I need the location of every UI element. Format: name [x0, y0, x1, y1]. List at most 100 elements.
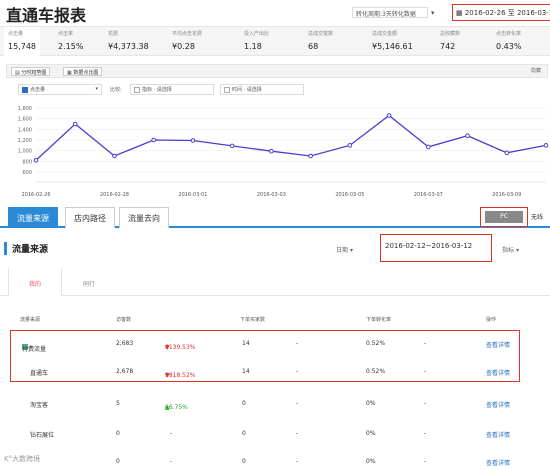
row-rate: 0%: [366, 458, 376, 465]
metric-label: 总成交金额: [372, 31, 398, 37]
row-buyers-change: -: [296, 400, 299, 407]
data-point: [308, 153, 313, 159]
tab-peers[interactable]: 同行: [62, 268, 116, 296]
compare-time-value: 时间 · 请选择: [232, 87, 262, 93]
data-point: [386, 113, 392, 118]
metric-label: 点击转化率: [496, 31, 522, 37]
x-tick-label: 2016-02-28: [100, 192, 129, 198]
metric-select[interactable]: 点击量 ▾: [18, 84, 102, 95]
metric-card[interactable]: 投入产出比 1.18: [244, 30, 269, 51]
data-point: [347, 143, 353, 148]
compare-chart-label: 数据点比图: [73, 70, 99, 76]
metric-card[interactable]: 点击转化率 0.43%: [496, 30, 521, 51]
row-buyers: 0: [242, 458, 246, 465]
table-header: 流量来源 访客数 下单买家数 下单转化率 操作: [0, 314, 550, 326]
y-tick-label: 1,000: [18, 149, 32, 155]
date-select-label: 日期: [336, 247, 349, 254]
wireless-toggle[interactable]: 无线: [531, 212, 543, 221]
pc-toggle[interactable]: PC: [485, 211, 523, 223]
data-point: [229, 143, 235, 149]
data-point: [465, 133, 470, 139]
conversion-period-value: 转化周期:3天转化数据: [352, 7, 428, 18]
conversion-period-select[interactable]: 转化周期:3天转化数据 ▾: [352, 7, 435, 18]
metric-card[interactable]: 点击率 2.15%: [58, 30, 83, 51]
metric-value: 2.15%: [58, 42, 84, 51]
metric-value: 15,748: [8, 42, 36, 51]
metric-value: 742: [440, 42, 456, 51]
data-point: [112, 153, 117, 159]
metric-select-value: 点击量: [30, 87, 46, 93]
trend-chart-label: 分时趋势图: [21, 70, 47, 76]
x-tick-label: 2016-03-01: [178, 192, 207, 198]
indicator-select[interactable]: 指标 ▾: [502, 245, 519, 254]
table-row: 钻石展位 0 - 0 - 0% - 查看详情: [0, 426, 550, 442]
date-range-picker[interactable]: ▦ 2016-02-26 至 2016-03-10: [452, 4, 550, 21]
row-visitors: 0: [116, 458, 120, 465]
data-point: [543, 143, 549, 148]
chevron-down-icon: ▾: [431, 8, 435, 17]
chart-toolbar: ▤ 分时趋势图 ▦ 数据点比图 隐藏: [6, 64, 548, 78]
compare-time-select[interactable]: 时间 · 请选择: [220, 84, 304, 95]
data-point: [190, 138, 196, 143]
metric-value: 1.18: [244, 42, 262, 51]
page-title: 直通车报表: [6, 6, 87, 25]
compare-metric-select[interactable]: 指标 · 请选择: [130, 84, 214, 95]
tab-traffic-source[interactable]: 流量来源: [8, 207, 58, 228]
row-visitors: 5: [116, 400, 120, 407]
compare-chart-button[interactable]: ▦ 数据点比图: [63, 67, 103, 76]
metric-card[interactable]: 总收藏数 742: [440, 30, 460, 51]
row-buyers: 0: [242, 400, 246, 407]
metric-value: 68: [308, 42, 319, 51]
metric-label: 总收藏数: [440, 31, 461, 37]
x-tick-label: 2016-02-26: [21, 192, 50, 198]
col-visitors: 访客数: [116, 317, 132, 323]
row-rate: 0%: [366, 400, 376, 407]
x-tick-label: 2016-03-09: [492, 192, 521, 198]
metric-value: ¥0.28: [172, 42, 195, 51]
metric-label: 平均点击花费: [172, 31, 203, 37]
table-row: 0 - 0 - 0% - 查看详情: [0, 454, 550, 470]
row-source: 钻石展位: [30, 432, 55, 439]
data-point: [426, 144, 431, 150]
y-tick-label: 600: [22, 170, 32, 176]
metric-label: 点击率: [58, 31, 74, 37]
row-rate-change: -: [424, 430, 427, 437]
y-tick-label: 1,800: [18, 106, 32, 112]
view-details-link[interactable]: 查看详情: [486, 430, 510, 439]
series-line: [35, 114, 547, 161]
hide-chart-toggle[interactable]: 隐藏: [531, 67, 541, 74]
source-date-range[interactable]: 2016-02-12~2016-03-12: [380, 234, 492, 262]
row-change: -: [170, 458, 173, 465]
metric-card[interactable]: 点击量 15,748: [4, 27, 40, 57]
view-details-link[interactable]: 查看详情: [486, 400, 510, 409]
trend-chart-button[interactable]: ▤ 分时趋势图: [11, 67, 51, 76]
chevron-down-icon: ▾: [515, 247, 519, 254]
metric-card[interactable]: 花费 ¥4,373.38: [108, 30, 149, 51]
tab-traffic-destination[interactable]: 流量去向: [119, 207, 169, 228]
watermark: K°大数跨境: [4, 455, 41, 463]
data-point: [269, 148, 274, 154]
tab-mine[interactable]: 我的: [8, 268, 62, 296]
tab-store-path[interactable]: 店内路径: [65, 207, 115, 228]
metric-card[interactable]: 总成交金额 ¥5,146.61: [372, 30, 413, 51]
chevron-down-icon: ▾: [95, 86, 98, 92]
y-tick-label: 800: [22, 159, 32, 165]
row-buyers-change: -: [296, 458, 299, 465]
calendar-icon: ▦: [456, 9, 465, 17]
metrics-bar: 点击量 15,748 点击率 2.15% 花费 ¥4,373.38 平均点击花费 ¥0.…: [0, 26, 550, 57]
highlighted-rows: [10, 330, 520, 382]
row-rate-change: -: [424, 458, 427, 465]
click-trend-chart: 600 800 1,000 1,200 1,400 1,600 1,800 2016-02-2…: [18, 106, 549, 198]
section-title: 流量来源: [4, 242, 48, 255]
col-rate: 下单转化率: [366, 317, 392, 323]
data-point: [504, 150, 510, 156]
row-rate-change: -: [424, 400, 427, 407]
view-details-link[interactable]: 查看详情: [486, 458, 510, 467]
col-action: 操作: [486, 317, 497, 323]
date-range-text: 2016-02-26 至 2016-03-10: [464, 9, 550, 17]
metric-card[interactable]: 平均点击花费 ¥0.28: [172, 30, 202, 51]
date-select[interactable]: 日期 ▾: [336, 245, 353, 254]
metric-card[interactable]: 总成交笔数 68: [308, 30, 333, 51]
change-value: 66.75%: [165, 404, 188, 411]
chart-selectors: 点击量 ▾ 比较: 指标 · 请选择 时间 · 请选择: [6, 83, 548, 97]
